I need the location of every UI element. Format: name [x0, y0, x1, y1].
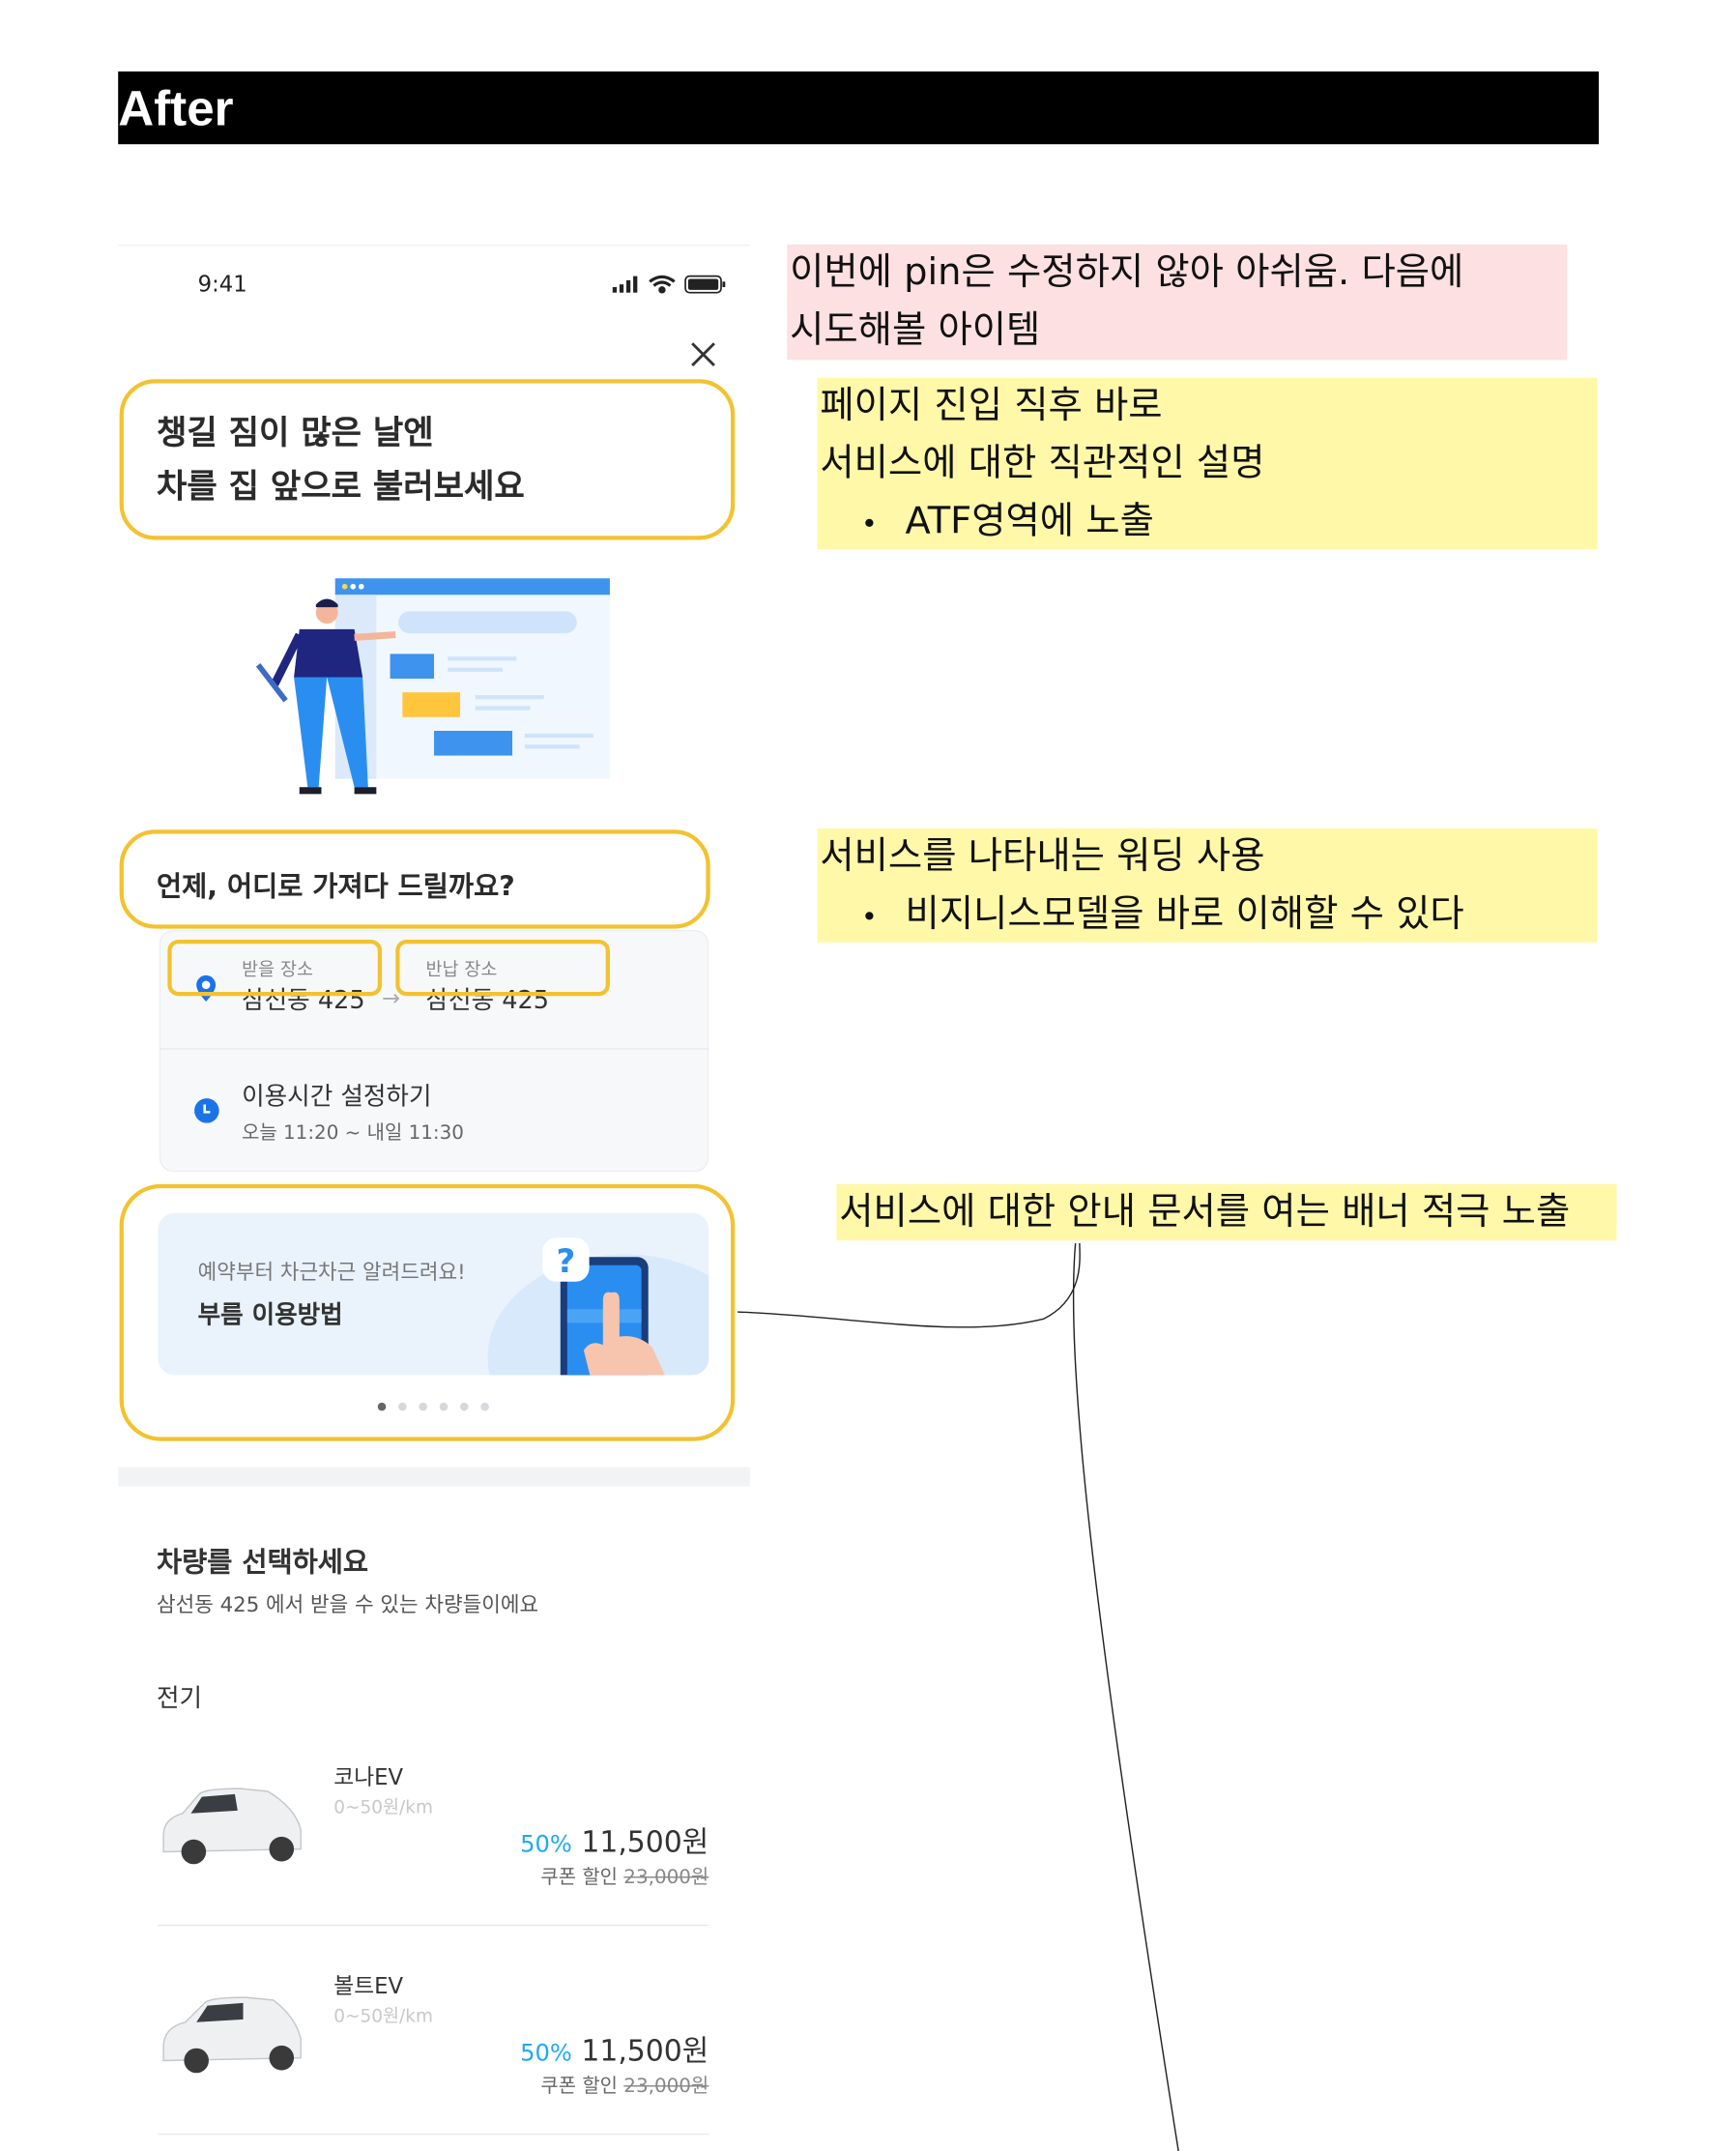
- annotation-connector: [738, 1242, 1179, 2151]
